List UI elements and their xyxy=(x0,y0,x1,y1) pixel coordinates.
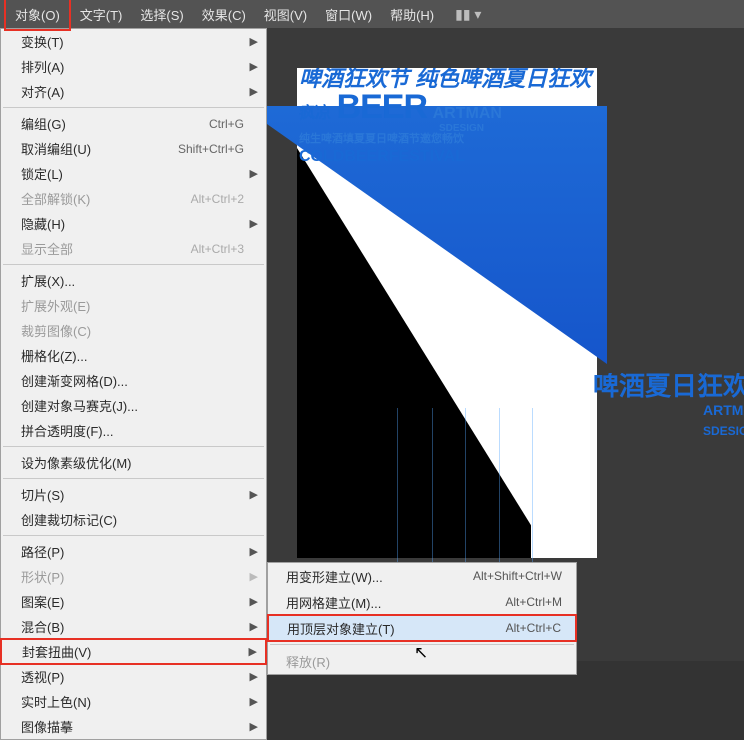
menu-item[interactable]: 路径(P) ▶ xyxy=(1,539,266,564)
menu-type[interactable]: 文字(T) xyxy=(71,0,132,29)
menu-shortcut: Alt+Ctrl+3 xyxy=(191,242,244,256)
menu-shortcut: Ctrl+G xyxy=(209,117,244,131)
menu-item: 形状(P) ▶ xyxy=(1,564,266,589)
submenu-arrow-icon: ▶ xyxy=(250,488,258,501)
menu-item[interactable]: 拼合透明度(F)... xyxy=(1,418,266,443)
submenu-arrow-icon: ▶ xyxy=(250,35,258,48)
submenu-arrow-icon: ▶ xyxy=(250,60,258,73)
cursor-icon: ↖ xyxy=(414,643,428,663)
menu-item-label: 路径(P) xyxy=(21,542,244,561)
artwork-bottom-vertical: 冰爽啤酒节 邀您喝 纯生啤酒蛊 BEER 啤酒节夏日啤酒 CRAZYBEER xyxy=(597,398,744,648)
menu-item-label: 设为像素级优化(M) xyxy=(21,453,244,472)
menu-object[interactable]: 对象(O) xyxy=(4,0,71,31)
menu-item-label: 锁定(L) xyxy=(21,164,244,183)
menu-item[interactable]: 图案(E) ▶ xyxy=(1,589,266,614)
artwork-headline: 啤酒狂欢节 纯色啤酒夏日狂欢 疯凉 BEER ARTMAN SDESIGN 纯生… xyxy=(299,68,599,165)
menu-separator xyxy=(3,535,264,536)
menu-item-label: 扩展外观(E) xyxy=(21,296,244,315)
menu-item-label: 封套扭曲(V) xyxy=(22,642,243,661)
menu-item-label: 创建渐变网格(D)... xyxy=(21,371,244,390)
menu-separator xyxy=(3,264,264,265)
submenu-arrow-icon: ▶ xyxy=(250,217,258,230)
menu-item-label: 图像描摹 xyxy=(21,717,244,736)
menu-help[interactable]: 帮助(H) xyxy=(381,0,443,29)
menu-item[interactable]: 创建对象马赛克(J)... xyxy=(1,393,266,418)
menu-item-label: 裁剪图像(C) xyxy=(21,321,244,340)
menu-item[interactable]: 扩展(X)... xyxy=(1,268,266,293)
submenu-arrow-icon: ▶ xyxy=(250,545,258,558)
menu-shortcut: Alt+Ctrl+2 xyxy=(191,192,244,206)
menu-item-label: 显示全部 xyxy=(21,239,191,258)
menu-item-label: 变换(T) xyxy=(21,32,244,51)
menu-item-label: 拼合透明度(F)... xyxy=(21,421,244,440)
menu-item[interactable]: 变换(T) ▶ xyxy=(1,29,266,54)
menu-item: 裁剪图像(C) xyxy=(1,318,266,343)
submenu-arrow-icon: ▶ xyxy=(250,167,258,180)
submenu-item-label: 用变形建立(W)... xyxy=(286,567,473,586)
menu-item-label: 取消编组(U) xyxy=(21,139,178,158)
submenu-item-label: 用顶层对象建立(T) xyxy=(287,619,506,638)
menu-item[interactable]: 创建渐变网格(D)... xyxy=(1,368,266,393)
menu-item-label: 创建对象马赛克(J)... xyxy=(21,396,244,415)
submenu-item[interactable]: 用变形建立(W)...Alt+Shift+Ctrl+W xyxy=(268,563,576,589)
object-menu-dropdown: 变换(T)▶排列(A)▶对齐(A)▶编组(G)Ctrl+G取消编组(U)Shif… xyxy=(0,28,267,740)
menu-separator xyxy=(3,107,264,108)
menu-item[interactable]: 图像描摹 ▶ xyxy=(1,714,266,739)
submenu-arrow-icon: ▶ xyxy=(249,645,257,658)
menu-item[interactable]: 混合(B) ▶ xyxy=(1,614,266,639)
menu-item[interactable]: 栅格化(Z)... xyxy=(1,343,266,368)
menu-item-label: 栅格化(Z)... xyxy=(21,346,244,365)
menu-item-label: 扩展(X)... xyxy=(21,271,244,290)
menu-item-label: 实时上色(N) xyxy=(21,692,244,711)
menu-item-label: 编组(G) xyxy=(21,114,209,133)
menu-item-label: 形状(P) xyxy=(21,567,244,586)
menu-separator xyxy=(3,446,264,447)
menu-item[interactable]: 编组(G)Ctrl+G xyxy=(1,111,266,136)
submenu-item[interactable]: 用顶层对象建立(T)Alt+Ctrl+C xyxy=(267,614,577,642)
menu-item[interactable]: 隐藏(H) ▶ xyxy=(1,211,266,236)
menu-item[interactable]: 取消编组(U)Shift+Ctrl+G xyxy=(1,136,266,161)
submenu-shortcut: Alt+Shift+Ctrl+W xyxy=(473,569,562,583)
submenu-arrow-icon: ▶ xyxy=(250,85,258,98)
menu-separator xyxy=(3,478,264,479)
submenu-arrow-icon: ▶ xyxy=(250,570,258,583)
submenu-arrow-icon: ▶ xyxy=(250,720,258,733)
submenu-arrow-icon: ▶ xyxy=(250,670,258,683)
submenu-arrow-icon: ▶ xyxy=(250,620,258,633)
workspace-layout-icon[interactable]: ▮▮ ▾ xyxy=(455,6,481,23)
menu-item[interactable]: 切片(S) ▶ xyxy=(1,482,266,507)
menu-item: 显示全部Alt+Ctrl+3 xyxy=(1,236,266,261)
menu-item-label: 对齐(A) xyxy=(21,82,244,101)
menu-item-label: 混合(B) xyxy=(21,617,244,636)
menu-item[interactable]: 创建裁切标记(C) xyxy=(1,507,266,532)
menu-item[interactable]: 对齐(A) ▶ xyxy=(1,79,266,104)
menu-select[interactable]: 选择(S) xyxy=(131,0,192,29)
menu-item[interactable]: 设为像素级优化(M) xyxy=(1,450,266,475)
menu-effect[interactable]: 效果(C) xyxy=(193,0,255,29)
menu-shortcut: Shift+Ctrl+G xyxy=(178,142,244,156)
menu-item[interactable]: 透视(P) ▶ xyxy=(1,664,266,689)
menu-item[interactable]: 实时上色(N) ▶ xyxy=(1,689,266,714)
menu-item[interactable]: 锁定(L) ▶ xyxy=(1,161,266,186)
artwork-right-vertical: 冰爽啤酒 冰爽夏日 疯狂啤酒 邀您喝 纯生 CRAZYBEER xyxy=(597,108,744,408)
menu-item-label: 切片(S) xyxy=(21,485,244,504)
submenu-shortcut: Alt+Ctrl+C xyxy=(506,621,561,635)
menu-item-label: 透视(P) xyxy=(21,667,244,686)
menu-item-label: 隐藏(H) xyxy=(21,214,244,233)
menu-item-label: 图案(E) xyxy=(21,592,244,611)
submenu-item[interactable]: 用网格建立(M)...Alt+Ctrl+M xyxy=(268,589,576,615)
menu-view[interactable]: 视图(V) xyxy=(255,0,316,29)
submenu-item-label: 用网格建立(M)... xyxy=(286,593,505,612)
menu-item-label: 创建裁切标记(C) xyxy=(21,510,244,529)
menu-item: 扩展外观(E) xyxy=(1,293,266,318)
menubar: 对象(O) 文字(T) 选择(S) 效果(C) 视图(V) 窗口(W) 帮助(H… xyxy=(0,0,744,28)
submenu-arrow-icon: ▶ xyxy=(250,695,258,708)
menu-item[interactable]: 排列(A) ▶ xyxy=(1,54,266,79)
menu-window[interactable]: 窗口(W) xyxy=(316,0,381,29)
submenu-shortcut: Alt+Ctrl+M xyxy=(505,595,562,609)
submenu-arrow-icon: ▶ xyxy=(250,595,258,608)
menu-item-label: 排列(A) xyxy=(21,57,244,76)
menu-item-label: 全部解锁(K) xyxy=(21,189,191,208)
menu-item: 全部解锁(K)Alt+Ctrl+2 xyxy=(1,186,266,211)
